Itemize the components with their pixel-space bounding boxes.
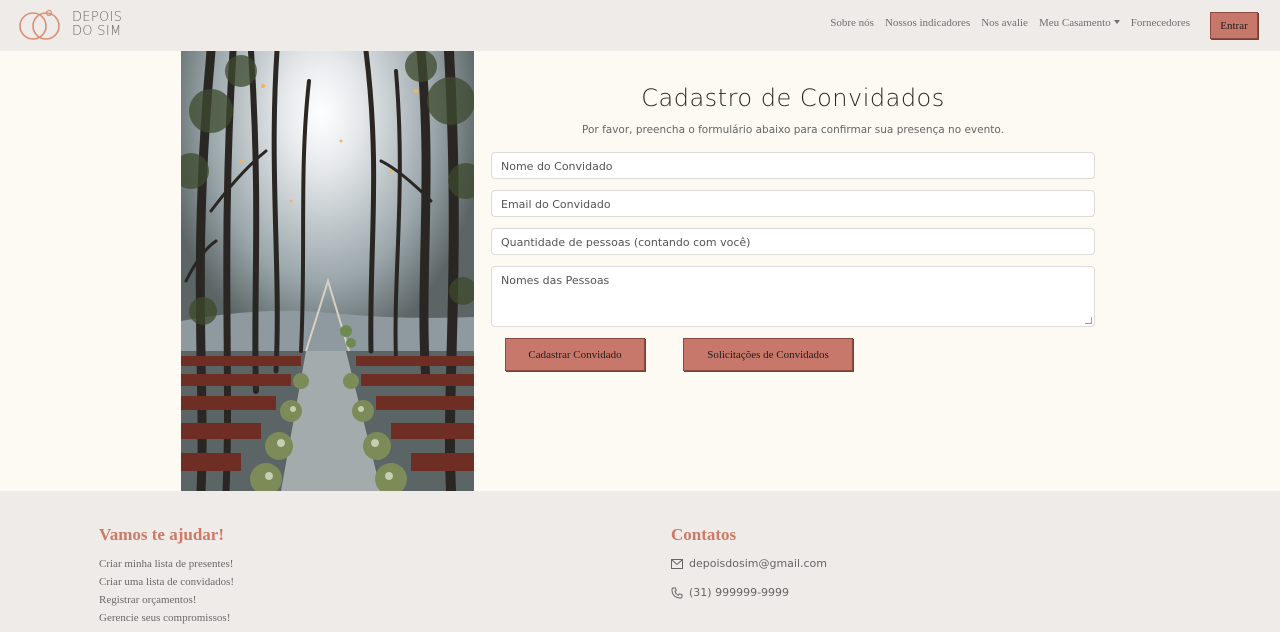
caret-down-icon <box>1113 20 1120 24</box>
guest-names-placeholder: Nomes das Pessoas <box>501 274 610 287</box>
nav-nossos-indicadores[interactable]: Nossos indicadores <box>885 17 970 29</box>
guest-email-input[interactable]: Email do Convidado <box>491 190 1095 217</box>
contact-phone[interactable]: (31) 999999-9999 <box>671 586 789 599</box>
guest-requests-button[interactable]: Solicitações de Convidados <box>683 338 853 371</box>
nav-menu: Sobre nós Nossos indicadores Nos avalie … <box>819 17 1190 29</box>
resize-handle-icon[interactable] <box>1085 317 1092 324</box>
help-link-budgets[interactable]: Registrar orçamentos! <box>99 594 196 606</box>
contact-email[interactable]: depoisdosim@gmail.com <box>671 557 827 570</box>
phone-icon <box>671 587 683 599</box>
brand-name: DEPOIS DO SIM <box>72 11 122 39</box>
help-link-commitments[interactable]: Gerencie seus compromissos! <box>99 612 230 624</box>
guest-name-placeholder: Nome do Convidado <box>501 160 613 173</box>
guest-quantity-input[interactable]: Quantidade de pessoas (contando com você… <box>491 228 1095 255</box>
page-title: Cadastro de Convidados <box>641 84 945 112</box>
nav-fornecedores[interactable]: Fornecedores <box>1131 17 1190 29</box>
guest-quantity-placeholder: Quantidade de pessoas (contando com você… <box>501 236 751 249</box>
contact-phone-text: (31) 999999-9999 <box>689 586 790 599</box>
brand-line-1: DEPOIS <box>72 10 123 25</box>
rings-logo-icon <box>19 9 60 40</box>
footer: Vamos te ajudar! Criar minha lista de pr… <box>0 491 1280 632</box>
help-link-guest-list[interactable]: Criar uma lista de convidados! <box>99 576 234 588</box>
contacts-heading: Contatos <box>671 525 737 544</box>
guest-names-textarea[interactable]: Nomes das Pessoas <box>491 266 1095 327</box>
wedding-photo <box>181 51 474 491</box>
nav-meu-casamento-dropdown[interactable]: Meu Casamento <box>1039 17 1120 29</box>
brand-line-2: DO SIM <box>72 24 122 39</box>
envelope-icon <box>671 558 683 569</box>
nav-meu-casamento-label: Meu Casamento <box>1038 17 1111 29</box>
contact-email-text: depoisdosim@gmail.com <box>689 557 828 570</box>
page-subtitle: Por favor, preencha o formulário abaixo … <box>582 124 1004 136</box>
guest-email-placeholder: Email do Convidado <box>501 198 611 211</box>
help-link-gift-list[interactable]: Criar minha lista de presentes! <box>99 558 233 570</box>
nav-sobre-nos[interactable]: Sobre nós <box>830 17 874 29</box>
navbar: DEPOIS DO SIM Sobre nós Nossos indicador… <box>0 0 1280 51</box>
help-heading: Vamos te ajudar! <box>99 525 224 544</box>
login-button[interactable]: Entrar <box>1210 12 1258 39</box>
guest-name-input[interactable]: Nome do Convidado <box>491 152 1095 179</box>
submit-guest-button[interactable]: Cadastrar Convidado <box>505 338 645 371</box>
nav-nos-avalie[interactable]: Nos avalie <box>981 17 1028 29</box>
brand-logo[interactable]: DEPOIS DO SIM <box>16 8 122 42</box>
